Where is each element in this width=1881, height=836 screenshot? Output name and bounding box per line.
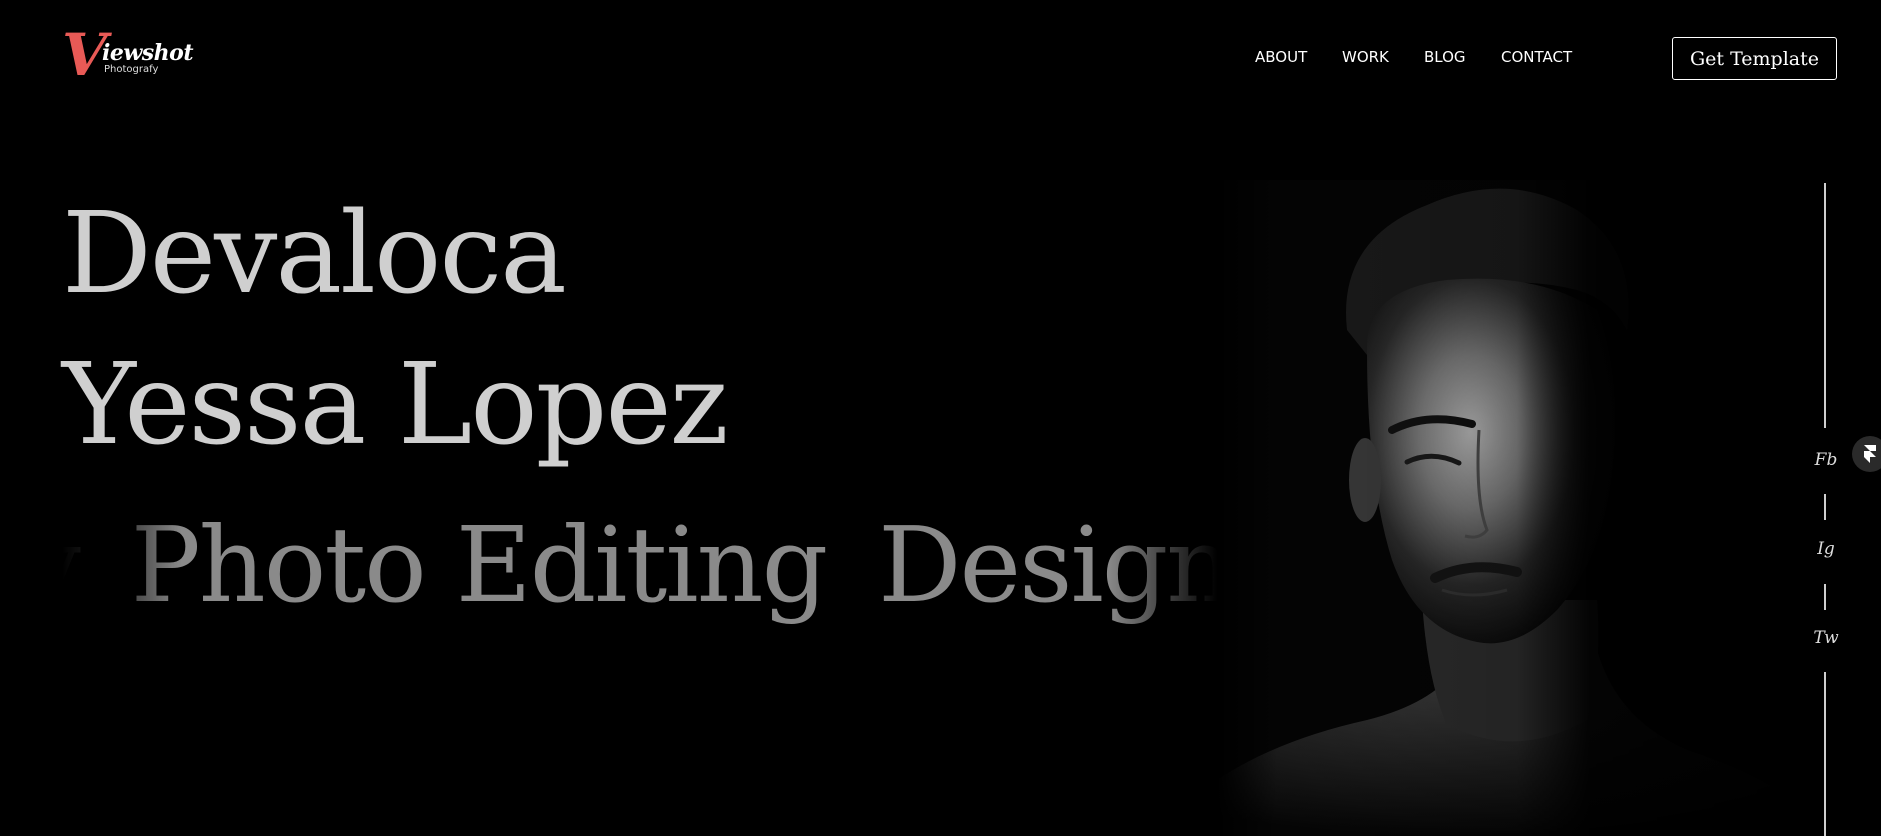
nav-item-blog[interactable]: BLOG <box>1424 48 1466 66</box>
rail-line-top <box>1824 183 1826 428</box>
logo-letter: V <box>62 21 108 89</box>
marquee-fade-right <box>1107 508 1217 638</box>
rail-line-divider <box>1824 494 1826 520</box>
social-link-facebook[interactable]: Fb <box>1806 450 1846 470</box>
rail-line-divider <box>1824 584 1826 610</box>
services-marquee: yPhoto EditingDesign <box>62 508 1217 638</box>
social-link-twitter[interactable]: Tw <box>1806 628 1846 648</box>
rail-line-bottom <box>1824 672 1826 836</box>
nav-item-contact[interactable]: CONTACT <box>1501 48 1572 66</box>
portrait-photo <box>1217 180 1817 836</box>
marquee-track: yPhoto EditingDesign <box>62 508 1217 622</box>
framer-icon[interactable] <box>1852 436 1881 472</box>
nav-item-about[interactable]: ABOUT <box>1255 48 1307 66</box>
logo-tagline: Photografy <box>104 64 159 75</box>
marquee-fade-left <box>62 508 182 638</box>
framer-logo-icon <box>1864 445 1876 463</box>
logo-word: iewshot <box>102 40 194 66</box>
page: V iewshot Photografy ABOUT WORK BLOG CON… <box>0 0 1881 836</box>
portrait-illustration <box>1217 180 1817 836</box>
nav-item-work[interactable]: WORK <box>1342 48 1389 66</box>
brand-logo[interactable]: V iewshot Photografy <box>62 26 212 88</box>
hero-name-first: Devaloca <box>62 189 567 319</box>
service-item: Photo Editing <box>130 508 828 626</box>
get-template-button[interactable]: Get Template <box>1672 37 1837 80</box>
social-link-instagram[interactable]: Ig <box>1806 539 1846 559</box>
hero-name-last: Yessa Lopez <box>62 340 729 470</box>
